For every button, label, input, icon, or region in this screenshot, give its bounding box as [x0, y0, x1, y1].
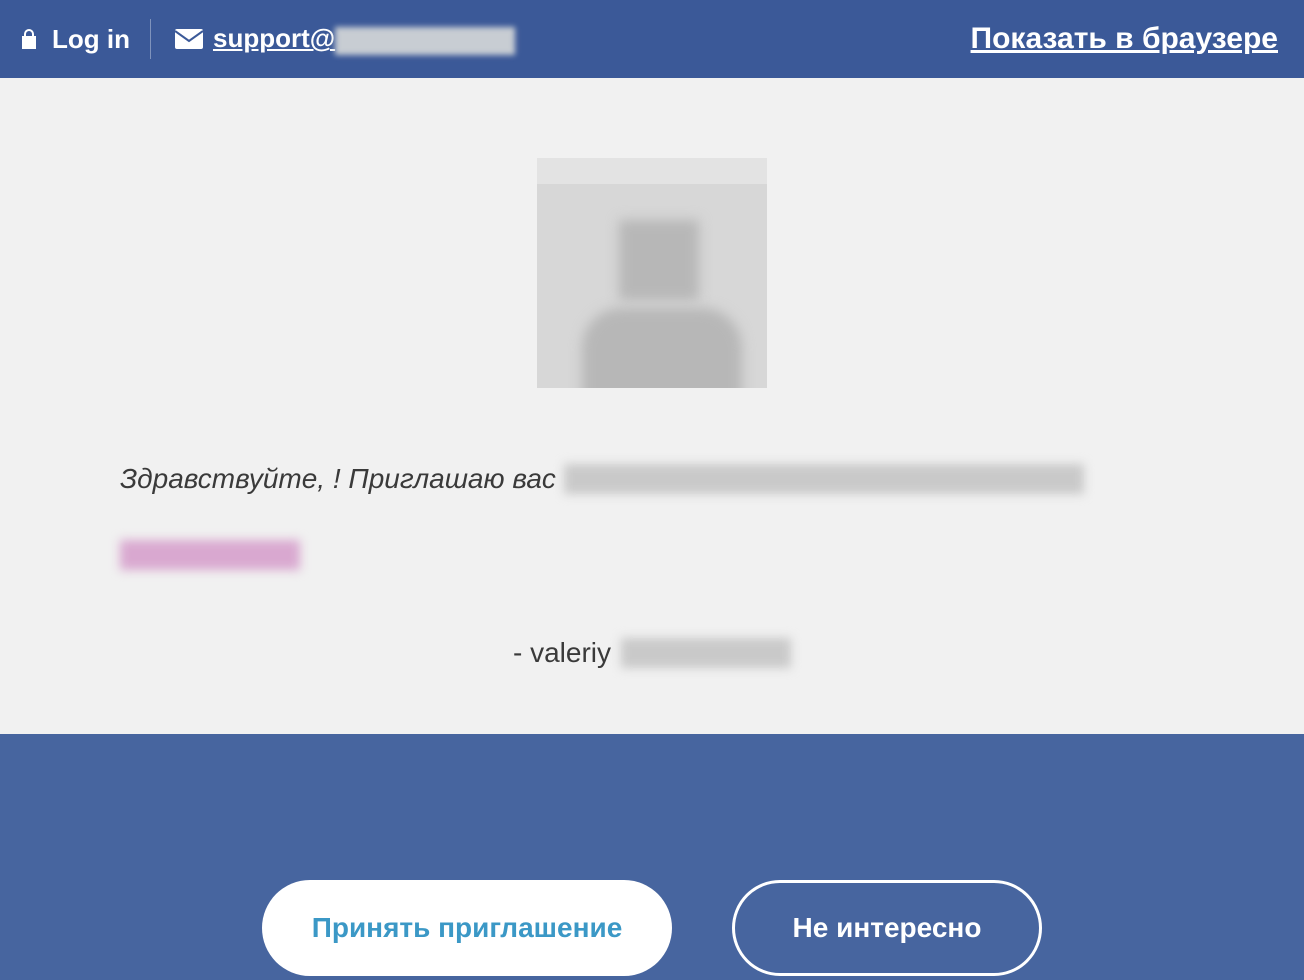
- redacted-signature: [621, 638, 791, 668]
- avatar-placeholder: [537, 158, 767, 388]
- mail-icon: [175, 29, 203, 49]
- not-interested-button[interactable]: Не интересно: [732, 880, 1042, 976]
- lock-icon: [20, 28, 38, 50]
- header-divider: [150, 19, 151, 59]
- redacted-domain: [335, 27, 515, 55]
- email-content: Здравствуйте, ! Приглашаю вас - valeriy: [20, 78, 1284, 734]
- accept-invitation-button[interactable]: Принять приглашение: [262, 880, 672, 976]
- action-bar: Принять приглашение Не интересно: [0, 734, 1304, 980]
- header-bar: Log in support@ Показать в браузере: [0, 0, 1304, 78]
- greeting-line: Здравствуйте, ! Приглашаю вас: [120, 458, 1184, 500]
- signature-line: - valeriy: [120, 632, 1184, 674]
- login-link[interactable]: Log in: [52, 24, 130, 55]
- header-left: Log in support@: [20, 19, 515, 59]
- support-email-prefix: support@: [213, 23, 335, 53]
- redacted-text-1: [564, 464, 1084, 494]
- message-block: Здравствуйте, ! Приглашаю вас - valeriy: [120, 458, 1184, 674]
- greeting-text: Здравствуйте, ! Приглашаю вас: [120, 458, 556, 500]
- header-right: Показать в браузере: [971, 22, 1278, 56]
- support-email-link[interactable]: support@: [213, 23, 515, 54]
- redacted-text-2: [120, 540, 300, 570]
- view-in-browser-link[interactable]: Показать в браузере: [971, 22, 1278, 55]
- signature-name: - valeriy: [513, 632, 611, 674]
- support-group: support@: [175, 23, 515, 54]
